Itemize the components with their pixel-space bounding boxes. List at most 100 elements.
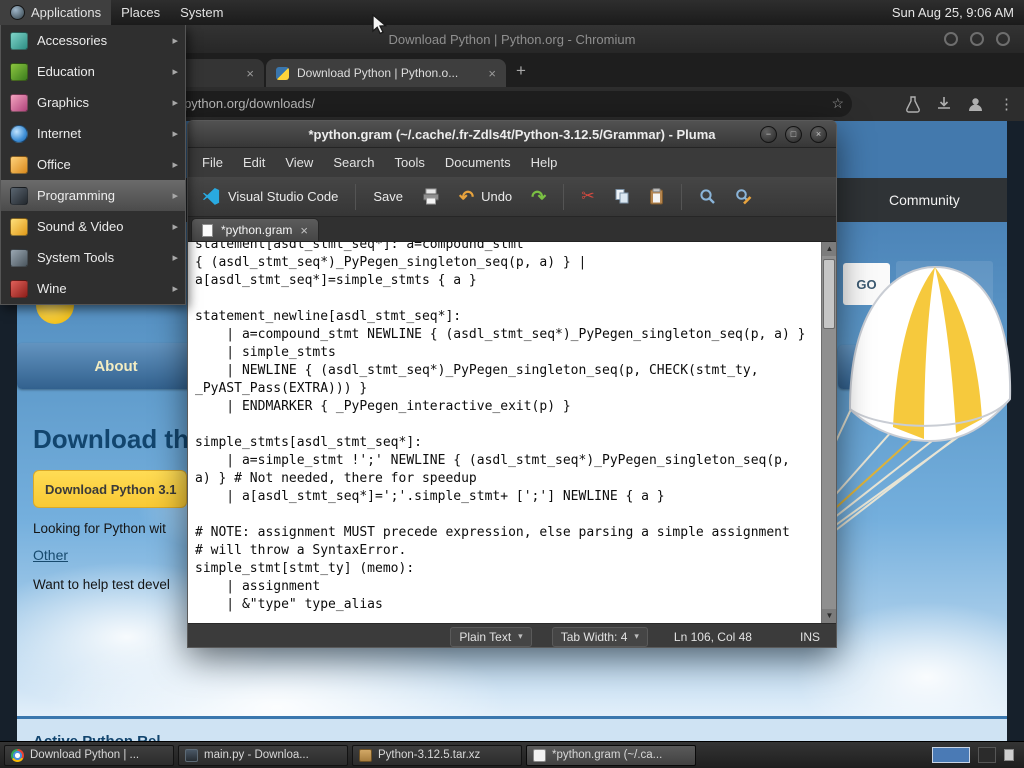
urlbar-right-icons: ⋮ — [905, 91, 1014, 117]
menu-item-label: Programming — [37, 188, 116, 203]
language-dropdown[interactable]: Plain Text ▾ — [450, 626, 532, 647]
accessories-icon — [10, 31, 28, 50]
pluma-menu-help[interactable]: Help — [521, 151, 568, 174]
scroll-down-arrow[interactable]: ▼ — [822, 609, 836, 623]
cut-button[interactable]: ✂ — [573, 184, 602, 210]
education-icon — [10, 62, 28, 81]
graphics-icon — [10, 93, 28, 112]
maximize-button[interactable] — [970, 32, 984, 46]
redo-button[interactable]: ↷ — [523, 183, 554, 211]
other-link[interactable]: Other — [33, 547, 68, 563]
system-menu-button[interactable]: System — [170, 0, 233, 25]
nav-community-link[interactable]: Community — [889, 192, 960, 208]
vertical-scrollbar[interactable]: ▲ ▼ — [821, 242, 836, 623]
copy-button[interactable] — [606, 183, 638, 210]
pluma-menu-tools[interactable]: Tools — [385, 151, 435, 174]
chevron-down-icon: ▾ — [634, 631, 639, 641]
pluma-document-tabbar: *python.gram × — [188, 217, 836, 242]
textfile-icon — [185, 748, 198, 762]
workspace-2[interactable] — [978, 747, 996, 763]
taskbar: Download Python | ... main.py - Downloa..… — [0, 741, 1024, 768]
find-button[interactable] — [691, 183, 724, 210]
text-editing-area[interactable]: statement[asdl_stmt_seq*]: a=compound_st… — [188, 242, 836, 623]
tray-icon[interactable] — [1004, 749, 1014, 761]
wine-icon — [10, 279, 28, 298]
submenu-arrow-icon: ▸ — [172, 221, 178, 233]
menu-item-label: Internet — [37, 126, 82, 141]
submenu-arrow-icon: ▸ — [172, 66, 178, 78]
download-python-button[interactable]: Download Python 3.1 — [33, 470, 187, 508]
events-nav-button[interactable]: Events — [838, 345, 990, 389]
code-content[interactable]: statement[asdl_stmt_seq*]: a=compound_st… — [188, 242, 821, 614]
taskbar-item-4[interactable]: *python.gram (~/.ca... — [526, 744, 696, 766]
socialize-button[interactable]: Socialize — [896, 261, 993, 311]
python-favicon-icon — [276, 66, 289, 80]
paste-button[interactable] — [641, 183, 672, 210]
pluma-menu-documents[interactable]: Documents — [435, 151, 521, 174]
menu-item-programming[interactable]: Programming ▸ — [1, 180, 185, 211]
tab-close-icon[interactable]: × — [246, 66, 254, 81]
panel-clock[interactable]: Sun Aug 25, 9:06 AM — [882, 5, 1024, 20]
menu-item-accessories[interactable]: Accessories ▸ — [1, 25, 185, 56]
flask-icon[interactable] — [905, 95, 921, 113]
menu-item-label: Office — [37, 157, 71, 172]
taskbar-item-label: *python.gram (~/.ca... — [552, 749, 663, 761]
printer-icon — [422, 188, 439, 205]
bookmark-star-icon[interactable]: ☆ — [831, 95, 844, 112]
menu-item-wine[interactable]: Wine ▸ — [1, 273, 185, 304]
workspace-switcher[interactable] — [932, 747, 1014, 763]
scroll-up-arrow[interactable]: ▲ — [822, 242, 836, 256]
pluma-titlebar[interactable]: *python.gram (~/.cache/.fr-Zdls4t/Python… — [188, 121, 836, 148]
about-nav-button[interactable]: About — [17, 343, 215, 389]
search-replace-icon — [735, 189, 752, 205]
tab-close-icon[interactable]: × — [488, 66, 496, 81]
tab-width-dropdown[interactable]: Tab Width: 4 ▾ — [551, 626, 648, 647]
new-tab-button[interactable]: + — [516, 61, 526, 81]
menu-item-sound-video[interactable]: Sound & Video ▸ — [1, 211, 185, 242]
pluma-menu-search[interactable]: Search — [323, 151, 384, 174]
document-tab[interactable]: *python.gram × — [191, 218, 319, 241]
submenu-arrow-icon: ▸ — [172, 97, 178, 109]
minimize-button[interactable] — [944, 32, 958, 46]
close-button[interactable]: × — [810, 126, 827, 143]
menu-item-graphics[interactable]: Graphics ▸ — [1, 87, 185, 118]
scissors-icon: ✂ — [581, 187, 595, 205]
scrollbar-thumb[interactable] — [823, 259, 835, 329]
pluma-menu-file[interactable]: File — [192, 151, 233, 174]
vscode-icon — [202, 187, 220, 205]
programming-icon — [10, 186, 28, 205]
applications-menu-button[interactable]: Applications — [0, 0, 112, 25]
minimize-button[interactable]: − — [760, 126, 777, 143]
workspace-1[interactable] — [932, 747, 970, 763]
chromium-window-controls — [944, 32, 1010, 46]
pluma-menu-edit[interactable]: Edit — [233, 151, 275, 174]
browser-menu-icon[interactable]: ⋮ — [999, 95, 1014, 113]
top-panel: Applications Places System Sun Aug 25, 9… — [0, 0, 1024, 25]
download-icon[interactable] — [936, 96, 952, 112]
undo-button[interactable]: ↶ Undo — [451, 183, 520, 211]
close-button[interactable] — [996, 32, 1010, 46]
save-button[interactable]: Save — [365, 184, 411, 209]
open-in-vscode-button[interactable]: Visual Studio Code — [194, 182, 346, 211]
places-menu-button[interactable]: Places — [111, 0, 170, 25]
taskbar-item-3[interactable]: Python-3.12.5.tar.xz — [352, 744, 522, 766]
menu-item-education[interactable]: Education ▸ — [1, 56, 185, 87]
replace-button[interactable] — [727, 183, 760, 210]
tab-close-icon[interactable]: × — [300, 224, 308, 237]
toolbar-separator — [680, 183, 682, 210]
cursor-position: Ln 106, Col 48 — [673, 629, 752, 644]
maximize-button[interactable]: □ — [785, 126, 802, 143]
taskbar-item-label: main.py - Downloa... — [204, 749, 309, 761]
pluma-menu-view[interactable]: View — [275, 151, 323, 174]
menu-item-office[interactable]: Office ▸ — [1, 149, 185, 180]
browser-tab-2[interactable]: Download Python | Python.o... × — [266, 59, 506, 87]
menu-item-label: Graphics — [37, 95, 90, 110]
desktop: Download Python | Python.org - Chromium … — [0, 0, 1024, 768]
profile-avatar-icon[interactable] — [967, 96, 984, 113]
search-go-button[interactable]: GO — [843, 263, 890, 305]
print-button[interactable] — [414, 183, 448, 210]
taskbar-item-2[interactable]: main.py - Downloa... — [178, 744, 348, 766]
menu-item-internet[interactable]: Internet ▸ — [1, 118, 185, 149]
taskbar-item-1[interactable]: Download Python | ... — [4, 744, 174, 766]
menu-item-system-tools[interactable]: System Tools ▸ — [1, 242, 185, 273]
